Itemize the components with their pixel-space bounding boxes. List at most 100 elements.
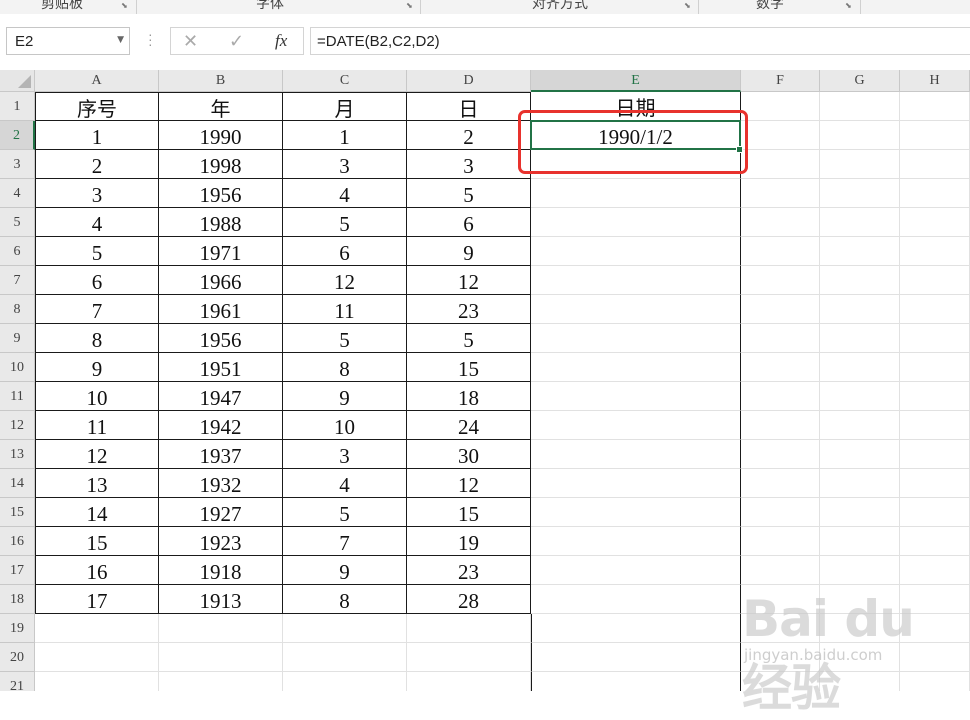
row-header-7[interactable]: 7 bbox=[0, 266, 35, 295]
row-header-17[interactable]: 17 bbox=[0, 556, 35, 585]
cell-c1[interactable]: 月 bbox=[283, 92, 407, 121]
cell-a9[interactable]: 8 bbox=[35, 324, 159, 353]
cell-g21[interactable] bbox=[820, 672, 900, 691]
cell-a19[interactable] bbox=[35, 614, 159, 643]
cell-e7[interactable] bbox=[531, 266, 741, 295]
cell-d5[interactable]: 6 bbox=[407, 208, 531, 237]
cell-e10[interactable] bbox=[531, 353, 741, 382]
cell-g17[interactable] bbox=[820, 556, 900, 585]
cell-f2[interactable] bbox=[741, 121, 820, 150]
cell-f15[interactable] bbox=[741, 498, 820, 527]
cell-f21[interactable] bbox=[741, 672, 820, 691]
cell-g9[interactable] bbox=[820, 324, 900, 353]
cell-b21[interactable] bbox=[159, 672, 283, 691]
cell-d21[interactable] bbox=[407, 672, 531, 691]
cell-g15[interactable] bbox=[820, 498, 900, 527]
cell-f12[interactable] bbox=[741, 411, 820, 440]
insert-function-icon[interactable]: fx bbox=[275, 31, 287, 51]
cell-h1[interactable] bbox=[900, 92, 970, 121]
cell-e15[interactable] bbox=[531, 498, 741, 527]
cell-g18[interactable] bbox=[820, 585, 900, 614]
name-box[interactable]: E2 ▼ bbox=[6, 27, 130, 55]
cell-g20[interactable] bbox=[820, 643, 900, 672]
cell-e19[interactable] bbox=[531, 614, 741, 643]
cell-c17[interactable]: 9 bbox=[283, 556, 407, 585]
row-header-14[interactable]: 14 bbox=[0, 469, 35, 498]
cell-a3[interactable]: 2 bbox=[35, 150, 159, 179]
cell-c12[interactable]: 10 bbox=[283, 411, 407, 440]
cell-h20[interactable] bbox=[900, 643, 970, 672]
cell-h7[interactable] bbox=[900, 266, 970, 295]
cell-f8[interactable] bbox=[741, 295, 820, 324]
cell-g12[interactable] bbox=[820, 411, 900, 440]
cell-h8[interactable] bbox=[900, 295, 970, 324]
cell-h5[interactable] bbox=[900, 208, 970, 237]
cell-h13[interactable] bbox=[900, 440, 970, 469]
cell-d6[interactable]: 9 bbox=[407, 237, 531, 266]
cell-e3[interactable] bbox=[531, 150, 741, 179]
cell-d3[interactable]: 3 bbox=[407, 150, 531, 179]
cell-c13[interactable]: 3 bbox=[283, 440, 407, 469]
cell-b10[interactable]: 1951 bbox=[159, 353, 283, 382]
select-all-button[interactable] bbox=[0, 70, 35, 92]
cell-h21[interactable] bbox=[900, 672, 970, 691]
row-header-15[interactable]: 15 bbox=[0, 498, 35, 527]
cell-f5[interactable] bbox=[741, 208, 820, 237]
cell-c7[interactable]: 12 bbox=[283, 266, 407, 295]
cell-b1[interactable]: 年 bbox=[159, 92, 283, 121]
cell-b7[interactable]: 1966 bbox=[159, 266, 283, 295]
cell-a7[interactable]: 6 bbox=[35, 266, 159, 295]
cell-c5[interactable]: 5 bbox=[283, 208, 407, 237]
cell-d13[interactable]: 30 bbox=[407, 440, 531, 469]
cell-h2[interactable] bbox=[900, 121, 970, 150]
cell-f14[interactable] bbox=[741, 469, 820, 498]
cell-d12[interactable]: 24 bbox=[407, 411, 531, 440]
cell-h14[interactable] bbox=[900, 469, 970, 498]
formula-input[interactable]: =DATE(B2,C2,D2) bbox=[310, 27, 970, 55]
column-header-e[interactable]: E bbox=[531, 70, 741, 92]
cell-h16[interactable] bbox=[900, 527, 970, 556]
cell-g16[interactable] bbox=[820, 527, 900, 556]
cell-b20[interactable] bbox=[159, 643, 283, 672]
cell-d11[interactable]: 18 bbox=[407, 382, 531, 411]
cell-a18[interactable]: 17 bbox=[35, 585, 159, 614]
cell-b13[interactable]: 1937 bbox=[159, 440, 283, 469]
cell-c4[interactable]: 4 bbox=[283, 179, 407, 208]
cell-a10[interactable]: 9 bbox=[35, 353, 159, 382]
cell-e5[interactable] bbox=[531, 208, 741, 237]
row-header-9[interactable]: 9 bbox=[0, 324, 35, 353]
cell-c11[interactable]: 9 bbox=[283, 382, 407, 411]
cell-a11[interactable]: 10 bbox=[35, 382, 159, 411]
cell-a14[interactable]: 13 bbox=[35, 469, 159, 498]
cell-e16[interactable] bbox=[531, 527, 741, 556]
cell-g2[interactable] bbox=[820, 121, 900, 150]
cell-h11[interactable] bbox=[900, 382, 970, 411]
cell-g4[interactable] bbox=[820, 179, 900, 208]
cell-g10[interactable] bbox=[820, 353, 900, 382]
cell-a4[interactable]: 3 bbox=[35, 179, 159, 208]
cell-f1[interactable] bbox=[741, 92, 820, 121]
cell-d7[interactable]: 12 bbox=[407, 266, 531, 295]
cell-e17[interactable] bbox=[531, 556, 741, 585]
row-header-5[interactable]: 5 bbox=[0, 208, 35, 237]
cell-a17[interactable]: 16 bbox=[35, 556, 159, 585]
cell-f4[interactable] bbox=[741, 179, 820, 208]
cell-f6[interactable] bbox=[741, 237, 820, 266]
cell-a16[interactable]: 15 bbox=[35, 527, 159, 556]
cell-e14[interactable] bbox=[531, 469, 741, 498]
cell-f9[interactable] bbox=[741, 324, 820, 353]
enter-icon[interactable]: ✓ bbox=[229, 31, 244, 52]
cell-f13[interactable] bbox=[741, 440, 820, 469]
row-header-18[interactable]: 18 bbox=[0, 585, 35, 614]
cell-b14[interactable]: 1932 bbox=[159, 469, 283, 498]
cell-c8[interactable]: 11 bbox=[283, 295, 407, 324]
cell-f7[interactable] bbox=[741, 266, 820, 295]
cell-b2[interactable]: 1990 bbox=[159, 121, 283, 150]
cell-h15[interactable] bbox=[900, 498, 970, 527]
cell-b8[interactable]: 1961 bbox=[159, 295, 283, 324]
cell-h17[interactable] bbox=[900, 556, 970, 585]
cell-e11[interactable] bbox=[531, 382, 741, 411]
column-header-a[interactable]: A bbox=[35, 70, 159, 92]
cell-b6[interactable]: 1971 bbox=[159, 237, 283, 266]
cell-d16[interactable]: 19 bbox=[407, 527, 531, 556]
